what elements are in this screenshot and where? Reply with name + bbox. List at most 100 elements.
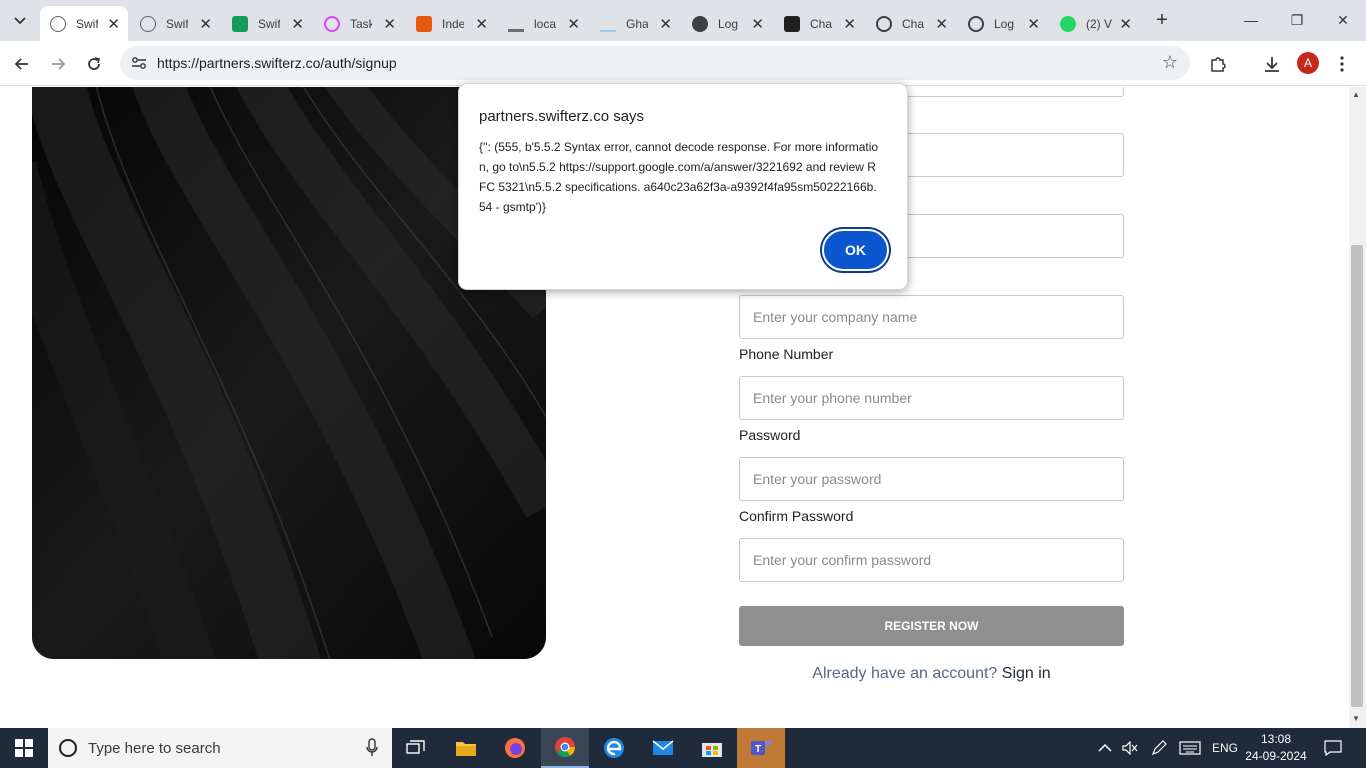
tab-swifterz-active[interactable]: Swif ✕ xyxy=(40,6,128,41)
back-button[interactable] xyxy=(7,49,37,79)
bookmark-star-icon[interactable]: ☆ xyxy=(1162,52,1178,73)
address-bar[interactable]: https://partners.swifterz.co/auth/signup… xyxy=(120,46,1190,80)
reload-icon xyxy=(88,57,100,70)
chatgpt-favicon-icon xyxy=(968,15,984,32)
mail-icon xyxy=(652,740,674,755)
password-input[interactable]: Enter your password xyxy=(739,457,1124,501)
extensions-button[interactable] xyxy=(1203,49,1233,79)
tab-login-2[interactable]: Log ✕ xyxy=(958,6,1048,41)
more-vertical-icon xyxy=(1340,56,1344,72)
notifications-button[interactable] xyxy=(1324,728,1342,768)
close-window-button[interactable]: ✕ xyxy=(1320,0,1366,40)
sign-in-link[interactable]: Sign in xyxy=(1002,665,1051,682)
confirm-password-input[interactable]: Enter your confirm password xyxy=(739,538,1124,582)
alert-dialog: partners.swifterz.co says {'': (555, b'5… xyxy=(458,83,908,290)
chevron-up-icon xyxy=(1098,744,1112,752)
ok-button[interactable]: OK xyxy=(822,229,889,271)
phone-number-label: Phone Number xyxy=(739,346,834,362)
close-icon[interactable]: ✕ xyxy=(1027,15,1040,33)
task-view-icon xyxy=(406,740,425,754)
chrome-menu-button[interactable] xyxy=(1327,49,1357,79)
arrow-left-icon xyxy=(14,58,28,70)
clock-time: 13:08 xyxy=(1260,732,1292,746)
url-text[interactable]: https://partners.swifterz.co/auth/signup xyxy=(157,55,397,71)
close-icon[interactable]: ✕ xyxy=(475,15,488,33)
show-hidden-icons-button[interactable] xyxy=(1098,728,1112,768)
close-icon[interactable]: ✕ xyxy=(1119,15,1132,33)
downloads-button[interactable] xyxy=(1257,49,1287,79)
tab-chatgpt[interactable]: Cha ✕ xyxy=(774,6,864,41)
tab-chatgpt-2[interactable]: Cha ✕ xyxy=(866,6,956,41)
teams-button[interactable]: T xyxy=(737,728,785,768)
clock[interactable]: 13:08 24-09-2024 xyxy=(1244,731,1308,765)
mail-button[interactable] xyxy=(639,728,687,768)
close-icon[interactable]: ✕ xyxy=(291,15,304,33)
company-name-input[interactable]: Enter your company name xyxy=(739,295,1124,339)
teams-icon: T xyxy=(751,740,771,755)
reload-button[interactable] xyxy=(79,49,109,79)
close-icon[interactable]: ✕ xyxy=(935,15,948,33)
register-now-button[interactable]: REGISTER NOW xyxy=(739,606,1124,646)
download-icon xyxy=(1265,57,1279,72)
chatgpt-favicon-icon xyxy=(876,15,892,32)
chevron-down-icon xyxy=(14,17,26,25)
firefox-icon xyxy=(505,738,525,758)
tab-gha[interactable]: Gha ✕ xyxy=(590,6,680,41)
scroll-down-arrow-icon[interactable]: ▼ xyxy=(1352,714,1360,723)
svg-text:T: T xyxy=(755,744,761,755)
tab-task[interactable]: Task ✕ xyxy=(314,6,404,41)
tab-search-button[interactable] xyxy=(6,7,34,35)
signin-prompt: Already have an account? Sign in xyxy=(739,665,1124,683)
forward-button[interactable] xyxy=(43,49,73,79)
close-icon[interactable]: ✕ xyxy=(843,15,856,33)
puzzle-icon xyxy=(1211,57,1226,72)
notification-icon xyxy=(1324,740,1342,756)
localhost-favicon-icon xyxy=(508,16,524,32)
scrollbar-thumb[interactable] xyxy=(1351,245,1363,707)
tab-login[interactable]: Log ✕ xyxy=(682,6,772,41)
microphone-icon[interactable] xyxy=(366,738,378,758)
site-info-icon[interactable] xyxy=(128,52,150,74)
close-icon[interactable]: ✕ xyxy=(751,15,764,33)
pen-icon xyxy=(1151,740,1167,756)
confirm-password-label: Confirm Password xyxy=(739,508,854,524)
page-scrollbar[interactable]: ▲ ▼ xyxy=(1349,87,1366,728)
store-button[interactable] xyxy=(688,728,736,768)
swifterz-favicon-icon xyxy=(140,15,156,32)
tab-whatsapp[interactable]: (2) V ✕ xyxy=(1050,6,1140,41)
tab-localhost[interactable]: loca ✕ xyxy=(498,6,588,41)
arrow-right-icon xyxy=(52,58,66,70)
profile-avatar[interactable]: A xyxy=(1297,52,1319,74)
edge-button[interactable] xyxy=(590,728,638,768)
tab-index[interactable]: Inde ✕ xyxy=(406,6,496,41)
close-icon[interactable]: ✕ xyxy=(659,15,672,33)
volume-muted-button[interactable] xyxy=(1122,728,1138,768)
close-icon[interactable]: ✕ xyxy=(199,15,212,33)
chrome-button[interactable] xyxy=(541,728,589,768)
restore-button[interactable]: ❐ xyxy=(1274,0,1320,40)
search-icon xyxy=(59,739,77,757)
taskbar-search-box[interactable]: Type here to search xyxy=(48,728,392,768)
pen-button[interactable] xyxy=(1151,728,1167,768)
windows-taskbar: Type here to search T ENG 13:08 24-09-20… xyxy=(0,728,1366,768)
language-indicator[interactable]: ENG xyxy=(1212,728,1238,768)
scroll-up-arrow-icon[interactable]: ▲ xyxy=(1352,90,1360,99)
task-view-button[interactable] xyxy=(392,728,440,768)
minimize-button[interactable]: — xyxy=(1228,0,1274,40)
file-explorer-button[interactable] xyxy=(442,728,490,768)
phone-number-input[interactable]: Enter your phone number xyxy=(739,376,1124,420)
close-icon[interactable]: ✕ xyxy=(567,15,580,33)
start-button[interactable] xyxy=(0,728,48,768)
touch-keyboard-button[interactable] xyxy=(1179,728,1201,768)
firefox-button[interactable] xyxy=(491,728,539,768)
new-tab-button[interactable]: + xyxy=(1149,8,1175,34)
speaker-muted-icon xyxy=(1122,741,1138,755)
store-icon xyxy=(702,743,722,757)
globe-favicon-icon xyxy=(692,15,708,32)
tab-swifterz-sheet[interactable]: Swif ✕ xyxy=(222,6,312,41)
tab-swifterz-2[interactable]: Swif ✕ xyxy=(130,6,220,41)
close-icon[interactable]: ✕ xyxy=(383,15,396,33)
close-icon[interactable]: ✕ xyxy=(107,15,120,33)
task-favicon-icon xyxy=(324,15,340,32)
whatsapp-favicon-icon xyxy=(1060,15,1076,32)
